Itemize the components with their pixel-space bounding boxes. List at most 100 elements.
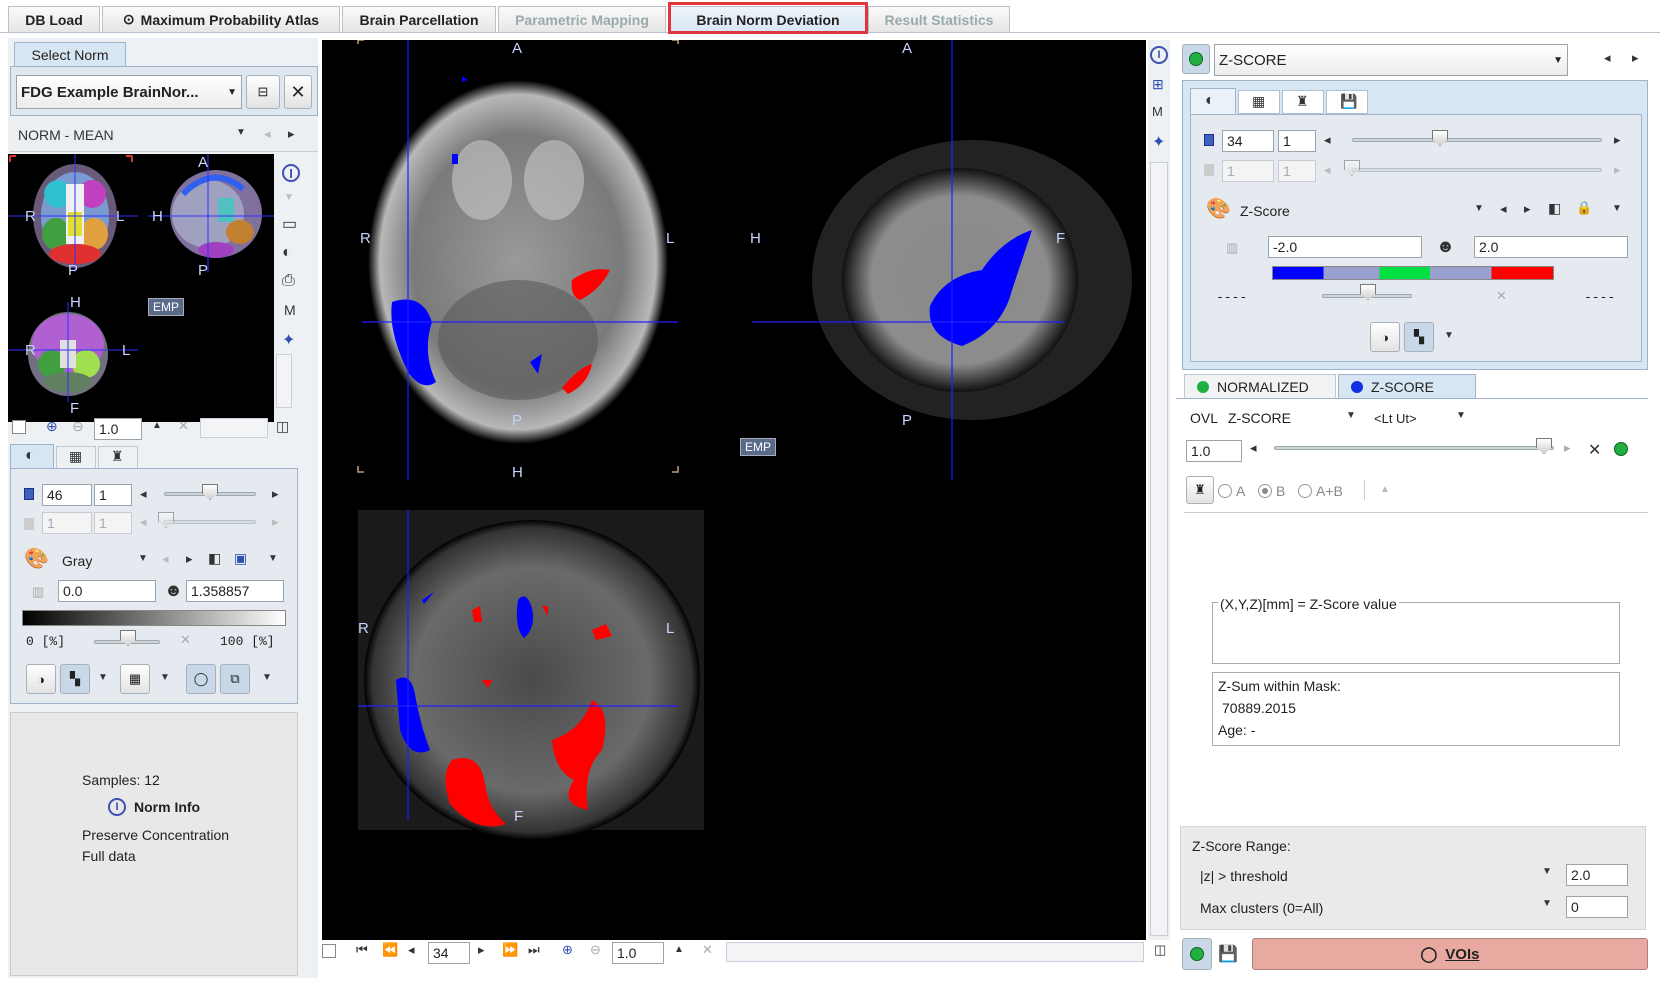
prev-icon[interactable]: ◂ [408,942,415,958]
chevron-down-icon[interactable]: ▼ [1456,410,1466,421]
tab-contrast[interactable]: ◐ [10,444,54,468]
chevron-down-icon[interactable]: ▼ [160,672,170,683]
zscore-colorbar[interactable] [1272,266,1554,280]
close-icon[interactable]: ✕ [1496,288,1507,304]
next-icon[interactable]: ▸ [186,551,193,567]
print-icon[interactable]: ⎙ [282,272,295,290]
next-icon[interactable]: ▸ [288,126,295,142]
slice-step-field[interactable]: 1 [94,484,132,506]
tab-normalized[interactable]: NORMALIZED [1184,374,1336,398]
overlay-toggle-button[interactable] [1182,938,1212,970]
fast-forward-icon[interactable]: ⏩ [502,942,518,958]
overlay-button[interactable]: ▚ [1404,322,1434,352]
tab-layout[interactable]: ▦ [1238,90,1280,114]
norm-thumbnail-viewer[interactable]: A R L P H P H R L F EMP [8,154,274,422]
chevron-up-icon[interactable]: ▲ [1380,484,1390,495]
first-icon[interactable]: ⏮ [356,942,368,958]
next-icon[interactable]: ▸ [1632,50,1639,66]
chevron-down-icon[interactable]: ▼ [1542,898,1552,909]
norm-select[interactable]: FDG Example BrainNor... ▼ [16,75,242,109]
auto-range-icon[interactable]: ☻ [164,580,183,601]
next-icon[interactable]: ▸ [1524,201,1531,217]
sync-checkbox[interactable] [12,420,26,434]
green-dot-icon[interactable] [1614,442,1628,456]
ovl-series-select[interactable]: Z-SCORE [1228,410,1291,426]
close-icon[interactable]: ✕ [1588,440,1601,460]
chevron-down-icon[interactable]: ▼ [236,127,246,138]
save-icon[interactable]: 💾 [1218,944,1238,964]
clusters-field[interactable]: 0 [1566,896,1628,918]
marker-icon[interactable]: M [284,302,296,318]
min-field[interactable]: 0.0 [58,580,156,602]
tab-layout[interactable]: ▦ [56,446,96,468]
grid-button[interactable]: ▦ [120,664,150,694]
tab-contrast[interactable]: ◐ [1190,88,1236,114]
tab-fusion[interactable]: ♜ [98,446,138,468]
contrast-icon[interactable]: ◐ [282,244,292,262]
max-field[interactable]: 2.0 [1474,236,1628,258]
lock-icon[interactable]: 🔒 [1576,200,1592,216]
zoom-out-icon[interactable]: ⊖ [590,942,601,958]
chevron-up-icon[interactable]: ▲ [152,420,162,431]
reset-icon[interactable]: ◫ [1154,942,1166,958]
slice-field[interactable]: 46 [42,484,92,506]
chevron-down-icon[interactable]: ▼ [98,672,108,683]
fast-back-icon[interactable]: ⏪ [382,942,398,958]
zoom-in-icon[interactable]: ⊕ [46,418,58,435]
slice-field[interactable]: 34 [428,942,470,964]
prev-icon[interactable]: ◂ [1500,201,1507,217]
radio-b[interactable] [1258,484,1272,498]
fit-button[interactable]: ⧉ [220,664,250,694]
norm-info-button[interactable]: Norm Info [134,799,200,815]
horizontal-scrollbar[interactable] [200,418,268,438]
next-icon[interactable]: ▸ [1614,132,1621,148]
tab-fusion[interactable]: ♜ [1282,90,1324,114]
reset-icon[interactable]: ◫ [276,418,289,435]
info-icon[interactable]: I [1150,46,1168,64]
zoom-in-icon[interactable]: ⊕ [562,942,573,958]
tab-zscore[interactable]: Z-SCORE [1338,374,1476,398]
norm-clear-button[interactable]: ✕ [284,75,312,109]
slice-step-field[interactable]: 1 [1278,130,1316,152]
info-icon[interactable]: I [282,164,300,182]
zoom-field[interactable]: 1.0 [94,418,142,440]
sync-checkbox[interactable] [322,944,336,958]
vertical-scrollbar[interactable] [1150,162,1168,936]
tab-brain-parcellation[interactable]: Brain Parcellation [342,6,496,32]
select-norm-tab[interactable]: Select Norm [14,42,126,66]
prev-icon[interactable]: ◂ [1604,50,1611,66]
next-icon[interactable]: ▸ [272,486,279,502]
layout-icon[interactable]: ▭ [282,214,297,234]
threshold-field[interactable]: 2.0 [1566,864,1628,886]
ovl-slider[interactable] [1274,446,1554,450]
ovl-value-field[interactable]: 1.0 [1186,440,1242,462]
close-icon[interactable]: ✕ [702,942,713,958]
layout-icon[interactable]: ⊞ [1152,76,1164,93]
main-image-viewer[interactable]: A R L P A H F P H R L F EMP [322,39,1146,940]
chevron-down-icon[interactable]: ▼ [138,553,148,564]
overlay-toggle-button[interactable] [1182,44,1210,74]
close-icon[interactable]: ✕ [180,632,191,648]
invert-icon[interactable]: ◧ [208,550,221,567]
prev-icon[interactable]: ◂ [1250,440,1257,456]
overlay-button[interactable]: ▚ [60,664,90,694]
colormap-select[interactable]: Z-Score [1240,203,1290,219]
colorbar[interactable] [22,610,286,626]
outline-button[interactable]: ◯ [186,664,216,694]
next-icon[interactable]: ▸ [1564,440,1571,456]
vois-button[interactable]: ◯ VOIs [1252,938,1648,970]
palette-icon[interactable]: 🎨 [1206,196,1231,221]
chevron-up-icon[interactable]: ▲ [674,944,684,955]
chevron-down-icon[interactable]: ▼ [284,192,294,203]
invert-icon[interactable]: ◧ [1548,200,1561,217]
radio-a[interactable] [1218,484,1232,498]
last-icon[interactable]: ⏭ [528,942,540,958]
tab-db-load[interactable]: DB Load [8,6,100,32]
next-icon[interactable]: ▸ [478,942,485,958]
prev-icon[interactable]: ◂ [162,551,169,567]
marker-icon[interactable]: M [1152,104,1163,119]
zscore-series-select[interactable]: Z-SCORE ▼ [1214,44,1568,76]
info-icon[interactable]: I [108,798,126,816]
prev-icon[interactable]: ◂ [140,486,147,502]
colormap-select[interactable]: Gray [62,553,92,569]
